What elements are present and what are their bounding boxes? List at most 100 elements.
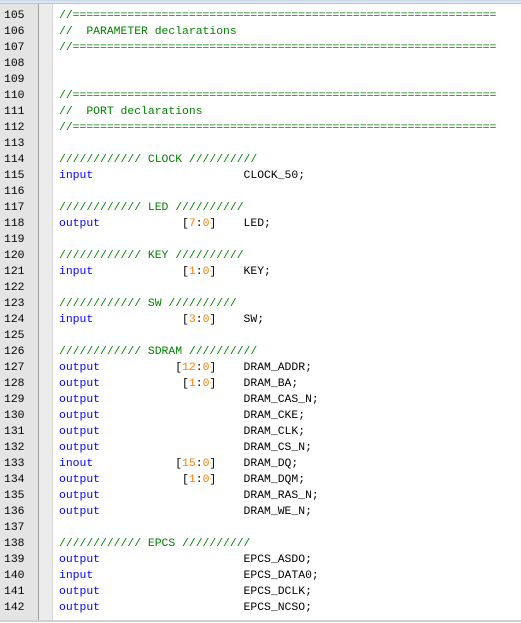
line-number: 141	[4, 586, 25, 598]
code-line[interactable]: 132 output DRAM_CS_N;	[0, 440, 521, 456]
code-line[interactable]: 111 // PORT declarations	[0, 104, 521, 120]
code-text: //////////// SDRAM //////////	[59, 344, 257, 360]
line-number: 112	[4, 122, 25, 134]
code-editor[interactable]: 105 //===================================…	[0, 4, 521, 622]
line-number: 122	[4, 282, 25, 294]
bus-range: [3:0]	[182, 312, 216, 328]
verilog-keyword: output	[59, 474, 101, 486]
range-colon: :	[195, 266, 203, 278]
code-line[interactable]: 141 output EPCS_DCLK;	[0, 584, 521, 600]
code-line[interactable]: 113	[0, 136, 521, 152]
code-line[interactable]: 109	[0, 72, 521, 88]
range-msb: 15	[182, 458, 196, 470]
code-line[interactable]: 131 output DRAM_CLK;	[0, 424, 521, 440]
line-number: 129	[4, 394, 25, 406]
code-comment: //////////// KEY //////////	[59, 250, 244, 262]
signal-name: DRAM_BA;	[243, 378, 299, 390]
verilog-keyword: output	[59, 410, 101, 422]
code-line[interactable]: 117 //////////// LED //////////	[0, 200, 521, 216]
code-text: //======================================…	[59, 120, 496, 136]
bus-range: [1:0]	[182, 472, 216, 488]
signal-name: EPCS_NCSO;	[243, 602, 312, 614]
code-line[interactable]: 136 output DRAM_WE_N;	[0, 504, 521, 520]
code-text: //======================================…	[59, 8, 496, 24]
bracket-close: ]	[209, 314, 217, 326]
code-line[interactable]: 139 output EPCS_ASDO;	[0, 552, 521, 568]
code-line[interactable]: 120 //////////// KEY //////////	[0, 248, 521, 264]
code-text: //======================================…	[59, 40, 496, 56]
line-number: 127	[4, 362, 25, 374]
code-comment: //////////// EPCS //////////	[59, 538, 251, 550]
line-number: 114	[4, 154, 25, 166]
code-line[interactable]: 135 output DRAM_RAS_N;	[0, 488, 521, 504]
line-number: 142	[4, 602, 25, 614]
code-text: //////////// CLOCK //////////	[59, 152, 257, 168]
code-line[interactable]: 142 output EPCS_NCSO;	[0, 600, 521, 616]
line-number: 138	[4, 538, 25, 550]
code-line[interactable]: 124 input [3:0] SW;	[0, 312, 521, 328]
code-line[interactable]: 107 //===================================…	[0, 40, 521, 56]
line-number: 106	[4, 26, 25, 38]
line-number: 115	[4, 170, 25, 182]
code-line[interactable]: 127 output [12:0] DRAM_ADDR;	[0, 360, 521, 376]
line-number: 140	[4, 570, 25, 582]
verilog-keyword: output	[59, 426, 101, 438]
bracket-open: [	[182, 474, 189, 486]
signal-name: EPCS_DCLK;	[243, 586, 312, 598]
code-line[interactable]: 112 //===================================…	[0, 120, 521, 136]
range-colon: :	[195, 474, 203, 486]
code-line[interactable]: 128 output [1:0] DRAM_BA;	[0, 376, 521, 392]
range-colon: :	[195, 362, 203, 374]
signal-name: LED;	[243, 218, 271, 230]
code-line[interactable]: 121 input [1:0] KEY;	[0, 264, 521, 280]
line-number: 118	[4, 218, 25, 230]
bus-range: [12:0]	[175, 360, 216, 376]
line-number: 130	[4, 410, 25, 422]
range-colon: :	[195, 218, 203, 230]
code-text: //////////// SW //////////	[59, 296, 237, 312]
code-line[interactable]: 125	[0, 328, 521, 344]
code-line[interactable]: 140 input EPCS_DATA0;	[0, 568, 521, 584]
bracket-close: ]	[209, 266, 217, 278]
line-number: 110	[4, 90, 25, 102]
verilog-keyword: inout	[59, 458, 94, 470]
code-line[interactable]: 122	[0, 280, 521, 296]
code-line[interactable]: 137	[0, 520, 521, 536]
code-line[interactable]: 129 output DRAM_CAS_N;	[0, 392, 521, 408]
bracket-open: [	[182, 218, 189, 230]
signal-name: DRAM_CAS_N;	[243, 394, 319, 406]
range-msb: 12	[182, 362, 196, 374]
verilog-keyword: output	[59, 602, 101, 614]
code-line[interactable]: 106 // PARAMETER declarations	[0, 24, 521, 40]
code-line[interactable]: 119	[0, 232, 521, 248]
code-line[interactable]: 110 //===================================…	[0, 88, 521, 104]
line-number: 132	[4, 442, 25, 454]
editor-bottom-edge	[0, 620, 521, 622]
verilog-keyword: input	[59, 314, 94, 326]
bracket-open: [	[182, 378, 189, 390]
code-line[interactable]: 126 //////////// SDRAM //////////	[0, 344, 521, 360]
code-line[interactable]: 116	[0, 184, 521, 200]
code-comment: // PORT declarations	[59, 106, 203, 118]
signal-name: DRAM_CLK;	[243, 426, 306, 438]
code-line[interactable]: 130 output DRAM_CKE;	[0, 408, 521, 424]
verilog-keyword: input	[59, 170, 94, 182]
code-line[interactable]: 108	[0, 56, 521, 72]
line-number: 105	[4, 10, 25, 22]
signal-name: DRAM_DQM;	[243, 474, 306, 486]
code-line[interactable]: 105 //===================================…	[0, 8, 521, 24]
line-number: 128	[4, 378, 25, 390]
code-line[interactable]: 138 //////////// EPCS //////////	[0, 536, 521, 552]
code-comment: //======================================…	[59, 42, 497, 54]
verilog-keyword: output	[59, 442, 101, 454]
code-line[interactable]: 114 //////////// CLOCK //////////	[0, 152, 521, 168]
line-number: 135	[4, 490, 25, 502]
code-line[interactable]: 134 output [1:0] DRAM_DQM;	[0, 472, 521, 488]
code-line[interactable]: 123 //////////// SW //////////	[0, 296, 521, 312]
code-line[interactable]: 118 output [7:0] LED;	[0, 216, 521, 232]
code-line[interactable]: 115 input CLOCK_50;	[0, 168, 521, 184]
code-line[interactable]: 133 inout [15:0] DRAM_DQ;	[0, 456, 521, 472]
code-comment: //////////// LED //////////	[59, 202, 244, 214]
code-text: // PORT declarations	[59, 104, 203, 120]
verilog-keyword: output	[59, 554, 101, 566]
